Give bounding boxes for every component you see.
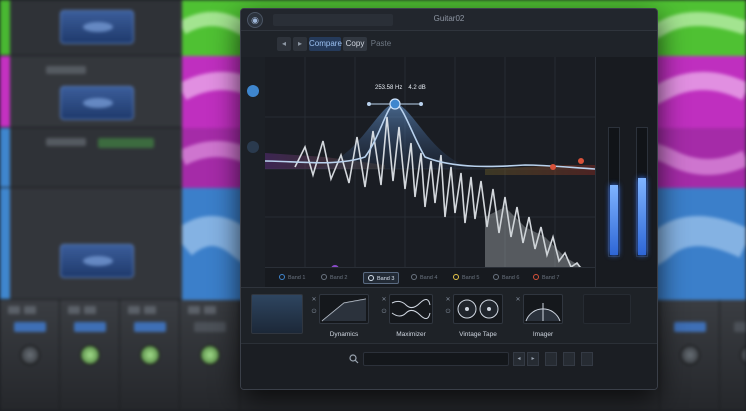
- module-label: Maximizer: [396, 331, 426, 338]
- module-toggle-icon[interactable]: [247, 141, 259, 153]
- module-label: Vintage Tape: [459, 331, 497, 338]
- remove-icon[interactable]: ✕: [381, 296, 387, 304]
- band-7-tab[interactable]: Band 7: [533, 272, 559, 284]
- meter-left: [608, 127, 620, 257]
- frequency-readout: 253.58 Hz: [375, 85, 403, 91]
- remove-icon[interactable]: ✕: [311, 296, 317, 304]
- band-6-node[interactable]: [578, 158, 584, 164]
- power-icon[interactable]: ⏻: [381, 308, 387, 316]
- track-header: [0, 188, 182, 300]
- remove-icon[interactable]: ✕: [445, 296, 451, 304]
- module-label: Imager: [532, 331, 554, 338]
- window-title: Guitar02: [433, 14, 465, 23]
- view-button[interactable]: [581, 352, 593, 366]
- eq-plugin-window: ◉ Guitar02 ◂ ▸ Compare Copy Paste 253.58…: [240, 8, 658, 390]
- track-header-column: [0, 0, 182, 300]
- module-maximizer[interactable]: ✕ ⏻ Maximizer: [381, 292, 441, 338]
- band-3-tab[interactable]: Band 3: [363, 272, 400, 284]
- band-7-node[interactable]: [550, 164, 556, 170]
- plugin-sidebar: [241, 57, 265, 297]
- power-icon[interactable]: ⏻: [311, 308, 317, 316]
- band-4-tab[interactable]: Band 4: [411, 272, 437, 284]
- module-eq[interactable]: [249, 292, 305, 338]
- module-empty-slot[interactable]: [575, 292, 639, 338]
- output-meters: [595, 57, 657, 318]
- power-icon: [411, 274, 417, 280]
- module-imager[interactable]: ✕ Imager: [515, 292, 571, 338]
- bandwidth-handle-right[interactable]: [419, 102, 423, 106]
- power-icon: [453, 274, 459, 280]
- track-header: [0, 0, 182, 56]
- search-input[interactable]: [363, 352, 509, 366]
- view-button[interactable]: [545, 352, 557, 366]
- paste-button[interactable]: Paste: [369, 37, 393, 51]
- module-chain: ✕ ⏻ Dynamics ✕ ⏻ Maximizer ✕ ⏻ Vintage T…: [241, 287, 657, 343]
- band-selector-bar: Band 1 Band 2 Band 3 Band 4 Band 5 Band …: [265, 267, 595, 287]
- view-button[interactable]: [563, 352, 575, 366]
- power-icon: [368, 275, 374, 281]
- power-icon: [493, 274, 499, 280]
- power-icon[interactable]: ⏻: [445, 308, 451, 316]
- plugin-slot[interactable]: [60, 86, 134, 120]
- prev-button[interactable]: ◂: [513, 352, 525, 366]
- remove-icon[interactable]: ✕: [515, 296, 521, 304]
- power-icon: [279, 274, 285, 280]
- bandwidth-handle-left[interactable]: [367, 102, 371, 106]
- band-2-tab[interactable]: Band 2: [321, 272, 347, 284]
- track-header: [0, 56, 182, 128]
- compare-button[interactable]: Compare: [309, 37, 342, 51]
- plugin-slot[interactable]: [60, 10, 134, 44]
- eq-spectrum-svg: [265, 57, 595, 287]
- meter-right: [636, 127, 648, 257]
- band-1-tab[interactable]: Band 1: [279, 272, 305, 284]
- band-3-node[interactable]: [389, 98, 401, 110]
- module-label: Dynamics: [329, 331, 359, 338]
- module-vintage-tape[interactable]: ✕ ⏻ Vintage Tape: [445, 292, 511, 338]
- power-icon: [321, 274, 327, 280]
- plugin-footer: ◂ ▸: [241, 343, 657, 389]
- band-6-tab[interactable]: Band 6: [493, 272, 519, 284]
- module-dynamics[interactable]: ✕ ⏻ Dynamics: [311, 292, 377, 338]
- gain-readout: 4.2 dB: [408, 85, 426, 91]
- search-icon[interactable]: [349, 354, 359, 364]
- eq-readout: 253.58 Hz 4.2 dB: [375, 85, 432, 91]
- plugin-slot[interactable]: [60, 244, 134, 278]
- redo-button[interactable]: ▸: [293, 37, 307, 51]
- plugin-toolbar: ◂ ▸ Compare Copy Paste: [241, 31, 657, 57]
- copy-button[interactable]: Copy: [343, 37, 367, 51]
- undo-button[interactable]: ◂: [277, 37, 291, 51]
- band-5-tab[interactable]: Band 5: [453, 272, 479, 284]
- track-header: [0, 128, 182, 188]
- eq-graph[interactable]: 253.58 Hz 4.2 dB: [265, 57, 595, 287]
- power-icon[interactable]: [247, 85, 259, 97]
- plugin-titlebar: ◉ Guitar02: [241, 9, 657, 31]
- next-button[interactable]: ▸: [527, 352, 539, 366]
- power-icon: [533, 274, 539, 280]
